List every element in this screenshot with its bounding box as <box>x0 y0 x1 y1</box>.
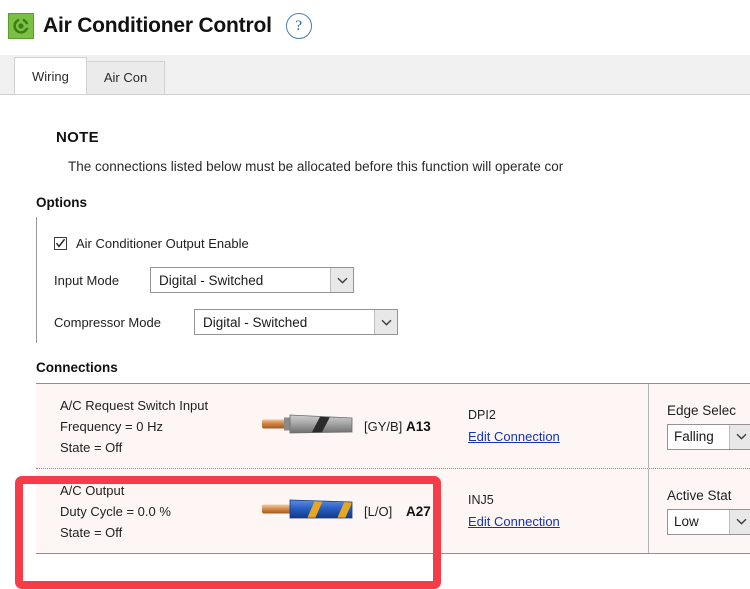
connection-state: State = Off <box>60 439 123 455</box>
connection-title: A/C Request Switch Input <box>60 397 209 413</box>
input-mode-label: Input Mode <box>54 272 120 288</box>
tab-wiring[interactable]: Wiring <box>14 57 87 94</box>
wire-colour-code: [GY/B] <box>364 418 403 434</box>
active-state-value: Low <box>674 514 699 529</box>
wire-colour-code: [L/O] <box>364 503 393 519</box>
tab-air-con[interactable]: Air Con <box>85 61 166 94</box>
refresh-circle-icon <box>8 13 34 39</box>
connection-title: A/C Output <box>60 482 125 498</box>
parameter-cell: Edge Selec Falling <box>648 384 750 468</box>
compressor-mode-row: Compressor Mode Digital - Switched <box>54 309 398 335</box>
note-text: The connections listed below must be all… <box>68 159 564 174</box>
compressor-mode-label: Compressor Mode <box>54 314 161 330</box>
checkbox-icon[interactable] <box>54 237 67 250</box>
chevron-down-icon[interactable] <box>729 424 750 449</box>
compressor-mode-select[interactable]: Digital - Switched <box>194 309 398 335</box>
active-state-dropdown[interactable]: Low <box>667 508 750 535</box>
pin-number: A13 <box>406 418 431 434</box>
checkbox-label: Air Conditioner Output Enable <box>76 236 249 251</box>
connections-table: A/C Request Switch Input Frequency = 0 H… <box>36 383 750 554</box>
connection-name: DPI2 <box>468 408 496 422</box>
wire-icon <box>260 496 356 527</box>
connection-state: State = Off <box>60 524 123 540</box>
note-heading: NOTE <box>56 129 99 146</box>
input-mode-value: Digital - Switched <box>159 272 264 288</box>
wire-illustration-wrap: [L/O] <box>260 496 392 527</box>
wire-icon <box>260 411 356 442</box>
tab-strip: Wiring Air Con <box>0 55 750 95</box>
chevron-down-icon[interactable] <box>729 509 750 534</box>
parameter-label: Edge Selec <box>667 402 737 418</box>
input-mode-row: Input Mode Digital - Switched <box>54 267 354 293</box>
help-icon[interactable]: ? <box>285 13 312 39</box>
connection-cell: INJ5 Edit Connection <box>468 489 648 533</box>
input-mode-select[interactable]: Digital - Switched <box>150 267 354 293</box>
connection-description-cell: A/C Output Duty Cycle = 0.0 % State = Of… <box>36 469 406 553</box>
parameter-cell: Active Stat Low <box>648 469 750 553</box>
wire-illustration-wrap: [GY/B] <box>260 411 402 442</box>
options-group-rule <box>36 217 37 343</box>
options-heading: Options <box>36 195 87 210</box>
connection-frequency: Frequency = 0 Hz <box>60 418 163 434</box>
connection-cell: DPI2 Edit Connection <box>468 404 648 448</box>
page-title: Air Conditioner Control <box>43 14 272 37</box>
connection-description-cell: A/C Request Switch Input Frequency = 0 H… <box>36 384 406 468</box>
pin-number: A27 <box>406 503 431 519</box>
chevron-down-icon[interactable] <box>330 268 353 292</box>
connection-name: INJ5 <box>468 493 494 507</box>
edge-select-dropdown[interactable]: Falling <box>667 423 750 450</box>
connection-duty-cycle: Duty Cycle = 0.0 % <box>60 503 171 519</box>
connections-heading: Connections <box>36 360 118 375</box>
chevron-down-icon[interactable] <box>374 310 397 334</box>
content-area: NOTE The connections listed below must b… <box>0 95 750 589</box>
edge-select-value: Falling <box>674 429 714 444</box>
parameter-label: Active Stat <box>667 487 732 503</box>
air-conditioner-output-enable-row[interactable]: Air Conditioner Output Enable <box>54 236 249 251</box>
table-row[interactable]: A/C Output Duty Cycle = 0.0 % State = Of… <box>36 468 750 553</box>
app-header: Air Conditioner Control ? <box>0 0 750 52</box>
compressor-mode-value: Digital - Switched <box>203 314 308 330</box>
edit-connection-link[interactable]: Edit Connection <box>468 511 560 533</box>
edit-connection-link[interactable]: Edit Connection <box>468 426 560 448</box>
table-row[interactable]: A/C Request Switch Input Frequency = 0 H… <box>36 384 750 468</box>
